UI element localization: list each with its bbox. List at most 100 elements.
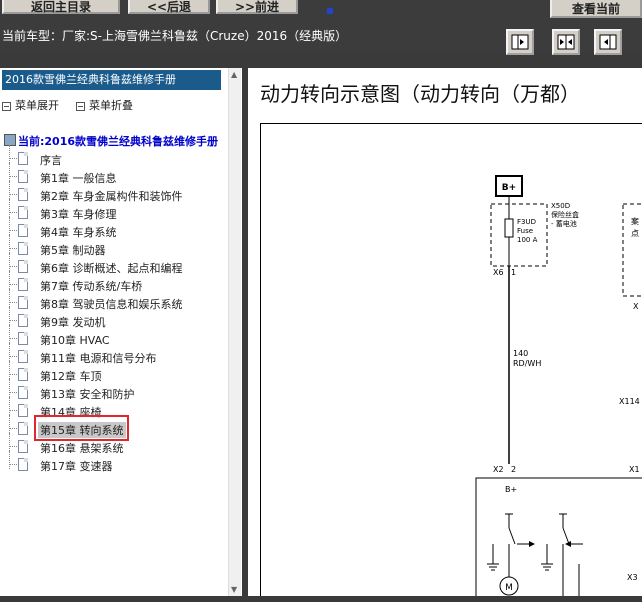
document-icon [18,386,28,399]
toc-item[interactable]: 第8章 驾驶员信息和娱乐系统 [0,289,226,312]
toc-item-label: 序言 [40,154,62,167]
tree-branch [9,176,17,177]
fuse-rating: 100 A [517,236,538,244]
back-button[interactable]: <<后退 [128,0,210,14]
toc-item[interactable]: 第11章 电源和信号分布 [0,343,226,366]
tree-branch [9,194,17,195]
toc-item-label: 第1章 一般信息 [40,172,117,185]
motor-label: M [505,583,513,593]
view-current-button[interactable]: 查看当前 [550,0,642,18]
tree-connector [9,217,10,235]
top-toolbar: 返回主目录 <<后退 >>前进 查看当前 当前车型：厂家:S-上海雪佛兰科鲁兹（… [0,0,642,55]
content-panel: 动力转向示意图（动力转向（万都） B+ X50D 保险丝盒 - 蓄电池 F3UD… [248,68,642,596]
toc-item-label: 第5章 制动器 [40,244,106,257]
forward-button[interactable]: >>前进 [216,0,298,14]
tree-connector [9,307,10,325]
toc-item-label: 第7章 传动系统/车桥 [40,280,143,293]
tree-connector [9,343,10,361]
toc-item[interactable]: 第9章 发动机 [0,307,226,330]
toc-item[interactable]: 第7章 传动系统/车桥 [0,271,226,294]
collapse-box-icon [76,101,85,111]
expand-box-icon [2,101,11,111]
toc-item[interactable]: 第12章 车顶 [0,361,226,384]
toc-item-label: 第16章 悬架系统 [40,442,124,455]
toc-item-label: 第13章 安全和防护 [40,388,135,401]
fuse-type: Fuse [517,227,533,235]
partial-label-top: 案 [631,216,639,226]
current-manual-label: 当前:2016款雪佛兰经典科鲁兹维修手册 [18,135,219,148]
marker-dot [327,8,333,14]
tree-branch [9,302,17,303]
toc-item-label: 第12章 车顶 [40,370,102,383]
toc-item[interactable]: 第1章 一般信息 [0,163,226,186]
document-icon [18,332,28,345]
toc-item[interactable]: 第5章 制动器 [0,235,226,258]
scroll-up-icon[interactable]: ▲ [231,70,237,79]
toc-item[interactable]: 第10章 HVAC [0,325,226,348]
toc-item-label: 第4章 车身系统 [40,226,117,239]
connector-x6: X6 [493,268,504,277]
toc-item[interactable]: 序言 [0,145,226,168]
fusebox-desc1: 保险丝盒 [551,210,579,219]
tree-branch [9,410,17,411]
toc-item[interactable]: 第2章 车身金属构件和装饰件 [0,181,226,204]
document-icon [18,440,28,453]
split-view-icon [557,34,575,50]
computer-icon [4,134,16,146]
toc-item[interactable]: 第17章 变速器 [0,451,226,474]
pin-2: 2 [511,465,516,474]
tree-branch [9,428,17,429]
fuse-name: F3UD [517,218,536,226]
manual-header[interactable]: 2016款雪佛兰经典科鲁兹维修手册 [2,70,221,90]
toc-item[interactable]: 第4章 车身系统 [0,217,226,240]
tree-connector [9,181,10,199]
collapse-menu-control[interactable]: 菜单折叠 [76,97,133,113]
panel-right-button[interactable] [506,29,534,55]
toc-item[interactable]: 第13章 安全和防护 [0,379,226,402]
tree-branch [9,374,17,375]
tree-branch [9,248,17,249]
toc-item[interactable]: 第6章 诊断概述、起点和编程 [0,253,226,276]
panel-right-icon [511,34,529,50]
back-to-home-button[interactable]: 返回主目录 [2,0,120,14]
connector-x1: X1 [629,465,640,474]
document-icon [18,368,28,381]
tree-branch [9,356,17,357]
document-icon [18,350,28,363]
split-view-button[interactable] [552,29,580,55]
wire-color: RD/WH [513,359,541,368]
document-icon [18,296,28,309]
tree-branch [9,230,17,231]
document-icon [18,242,28,255]
current-manual-node[interactable]: 当前:2016款雪佛兰经典科鲁兹维修手册 [4,133,218,149]
panel-left-button[interactable] [594,29,622,55]
tree-branch [9,320,17,321]
toc-item[interactable]: 第3章 车身修理 [0,199,226,222]
expand-menu-label: 菜单展开 [15,99,59,112]
tree-connector [9,235,10,253]
tree-branch [9,392,17,393]
fusebox-code: X50D [551,202,570,210]
steering-module-box [475,477,642,596]
tree-connector [9,325,10,343]
pin-1: 1 [511,268,516,277]
wire-gauge: 140 [513,349,528,358]
expand-menu-control[interactable]: 菜单展开 [2,97,59,113]
scroll-down-icon[interactable]: ▼ [231,585,237,594]
tree-connector [9,289,10,307]
tree-connector [9,271,10,289]
toc-item-label: 第10章 HVAC [40,334,110,347]
document-icon [18,458,28,471]
tree-branch [9,212,17,213]
toc-scrollbar[interactable]: ▲ ▼ [228,68,241,596]
tree-branch [9,446,17,447]
tree-branch [9,158,17,159]
toc-item-label: 第3章 车身修理 [40,208,117,221]
document-icon [18,404,28,417]
tree-connector [9,361,10,379]
toc-item-label: 第11章 电源和信号分布 [40,352,157,365]
document-icon [18,278,28,291]
document-icon [18,170,28,183]
document-icon [18,260,28,273]
document-icon [18,188,28,201]
